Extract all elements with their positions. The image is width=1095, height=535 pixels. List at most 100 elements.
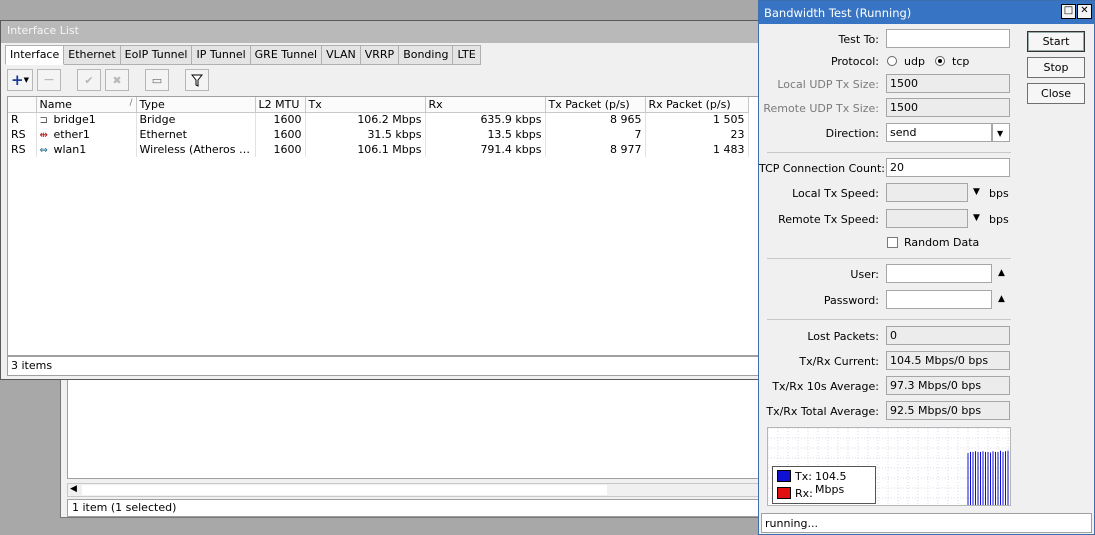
protocol-udp-label[interactable]: udp xyxy=(904,55,925,68)
column-header-rx[interactable]: Rx xyxy=(425,97,546,113)
password-label: Password: xyxy=(823,294,879,307)
interface-table: Name / Type L2 MTU Tx Rx Tx Packet (p/s) … xyxy=(7,96,759,356)
row-name: ether1 xyxy=(53,128,90,141)
row-tx: 106.2 Mbps xyxy=(305,112,426,127)
protocol-tcp-radio[interactable] xyxy=(935,56,945,66)
tab-gre-tunnel[interactable]: GRE Tunnel xyxy=(250,45,323,65)
random-data-label[interactable]: Random Data xyxy=(904,236,979,249)
window-title[interactable]: Interface List xyxy=(1,21,759,43)
lost-packets-label: Lost Packets: xyxy=(807,330,879,343)
test-to-label: Test To: xyxy=(838,33,879,46)
close-button[interactable]: Close xyxy=(1027,83,1085,104)
tab-vrrp[interactable]: VRRP xyxy=(360,45,400,65)
protocol-tcp-label[interactable]: tcp xyxy=(952,55,969,68)
row-flags: R xyxy=(8,112,37,127)
row-rx-pps: 1 483 xyxy=(645,142,749,157)
toolbar: + ▼ − ✔ ✖ ▭ xyxy=(7,69,209,93)
random-data-checkbox[interactable] xyxy=(887,237,898,248)
column-header-l2mtu[interactable]: L2 MTU xyxy=(255,97,306,113)
direction-select[interactable]: send xyxy=(886,123,992,142)
tcp-connection-count-input[interactable]: 20 xyxy=(886,158,1010,177)
column-header-tx-packet[interactable]: Tx Packet (p/s) xyxy=(545,97,646,113)
start-button[interactable]: Start xyxy=(1027,31,1085,52)
local-tx-speed-input[interactable] xyxy=(886,183,968,202)
tab-ethernet[interactable]: Ethernet xyxy=(64,45,121,65)
disable-button[interactable]: ✖ xyxy=(105,69,129,91)
rx-swatch xyxy=(777,487,791,499)
tab-vlan[interactable]: VLAN xyxy=(322,45,361,65)
user-input[interactable] xyxy=(886,264,992,283)
x-mark-icon: ✖ xyxy=(112,73,122,87)
comment-button[interactable]: ▭ xyxy=(145,69,169,91)
separator xyxy=(767,258,1011,259)
scroll-left-icon[interactable]: ◀ xyxy=(70,484,77,494)
test-to-input[interactable] xyxy=(886,29,1010,48)
remote-udp-tx-size-label: Remote UDP Tx Size: xyxy=(763,102,879,115)
row-type: Bridge xyxy=(136,112,256,127)
plus-icon: + xyxy=(11,71,24,89)
tx-legend-label: Tx: xyxy=(795,470,812,483)
bw-title-text: Bandwidth Test (Running) xyxy=(764,6,912,20)
row-rx: 635.9 kbps xyxy=(425,112,546,127)
collapse-up-icon[interactable]: ▲ xyxy=(998,294,1005,304)
remote-udp-tx-size-field: 1500 xyxy=(886,98,1010,117)
remote-tx-speed-label: Remote Tx Speed: xyxy=(778,213,879,226)
local-speed-dropdown-icon[interactable]: ▼ xyxy=(973,187,980,197)
enable-button[interactable]: ✔ xyxy=(77,69,101,91)
tx-rx-current-value: 104.5 Mbps/0 bps xyxy=(886,351,1010,370)
bw-window-title[interactable]: Bandwidth Test (Running) □ ✕ xyxy=(759,1,1094,24)
column-header-name[interactable]: Name / xyxy=(36,97,137,113)
separator xyxy=(767,319,1011,320)
column-header-type[interactable]: Type xyxy=(136,97,256,113)
tx-swatch xyxy=(777,470,791,482)
column-header-flags[interactable] xyxy=(8,97,37,113)
tcp-connection-count-label: TCP Connection Count: xyxy=(759,162,885,175)
row-flags: RS xyxy=(8,127,37,142)
scrollbar-thumb[interactable] xyxy=(82,485,607,495)
row-name-cell: ⇔ wlan1 xyxy=(36,142,137,157)
stop-button[interactable]: Stop xyxy=(1027,57,1085,78)
dropdown-arrow-icon: ▼ xyxy=(997,129,1004,138)
row-tx: 106.1 Mbps xyxy=(305,142,426,157)
protocol-udp-radio[interactable] xyxy=(887,56,897,66)
direction-dropdown-button[interactable]: ▼ xyxy=(992,123,1010,142)
filter-button[interactable] xyxy=(185,69,209,91)
tab-lte[interactable]: LTE xyxy=(453,45,481,65)
collapse-up-icon[interactable]: ▲ xyxy=(998,268,1005,278)
table-row[interactable]: R ⊐ bridge1 Bridge 1600 106.2 Mbps 635.9 … xyxy=(8,112,749,127)
remote-speed-dropdown-icon[interactable]: ▼ xyxy=(973,213,980,223)
interface-grid: Name / Type L2 MTU Tx Rx Tx Packet (p/s) … xyxy=(8,97,749,157)
remote-speed-unit: bps xyxy=(989,213,1009,226)
row-name-cell: ⇹ ether1 xyxy=(36,127,137,142)
tx-rx-10s-average-value: 97.3 Mbps/0 bps xyxy=(886,376,1010,395)
password-input[interactable] xyxy=(886,290,992,309)
bandwidth-test-window: Bandwidth Test (Running) □ ✕ Start Stop … xyxy=(758,0,1095,535)
tx-legend-value: 104.5 Mbps xyxy=(815,470,847,496)
add-button[interactable]: + ▼ xyxy=(7,69,33,91)
remote-tx-speed-input[interactable] xyxy=(886,209,968,228)
tx-rx-10s-average-label: Tx/Rx 10s Average: xyxy=(772,380,879,393)
maximize-button[interactable]: □ xyxy=(1061,4,1076,19)
interface-status-bar: 3 items xyxy=(7,356,759,376)
horizontal-scrollbar[interactable]: ◀ xyxy=(67,483,759,497)
row-l2mtu: 1600 xyxy=(255,142,306,157)
tab-bonding[interactable]: Bonding xyxy=(399,45,454,65)
column-header-tx[interactable]: Tx xyxy=(305,97,426,113)
tab-interface[interactable]: Interface xyxy=(5,45,65,65)
comment-icon: ▭ xyxy=(151,73,163,87)
wireless-icon: ⇔ xyxy=(39,145,48,156)
minus-icon: − xyxy=(43,72,55,88)
column-header-rx-packet[interactable]: Rx Packet (p/s) xyxy=(645,97,749,113)
table-row[interactable]: RS ⇔wlan1 Wireless (Atheros AR9... 1600 … xyxy=(8,142,749,157)
table-row[interactable]: RS ⇹ ether1 Ethernet 1600 31.5 kbps 13.5 … xyxy=(8,127,749,142)
remove-button[interactable]: − xyxy=(37,69,61,91)
tab-ip-tunnel[interactable]: IP Tunnel xyxy=(192,45,251,65)
close-window-button[interactable]: ✕ xyxy=(1077,4,1092,19)
background-window: ◀ 1 item (1 selected) xyxy=(60,378,760,518)
local-udp-tx-size-label: Local UDP Tx Size: xyxy=(777,78,879,91)
local-udp-tx-size-field: 1500 xyxy=(886,74,1010,93)
row-rx-pps: 23 xyxy=(645,127,749,142)
row-rx-pps: 1 505 xyxy=(645,112,749,127)
tab-eoip-tunnel[interactable]: EoIP Tunnel xyxy=(120,45,193,65)
bridge-icon: ⊐ xyxy=(39,115,48,127)
